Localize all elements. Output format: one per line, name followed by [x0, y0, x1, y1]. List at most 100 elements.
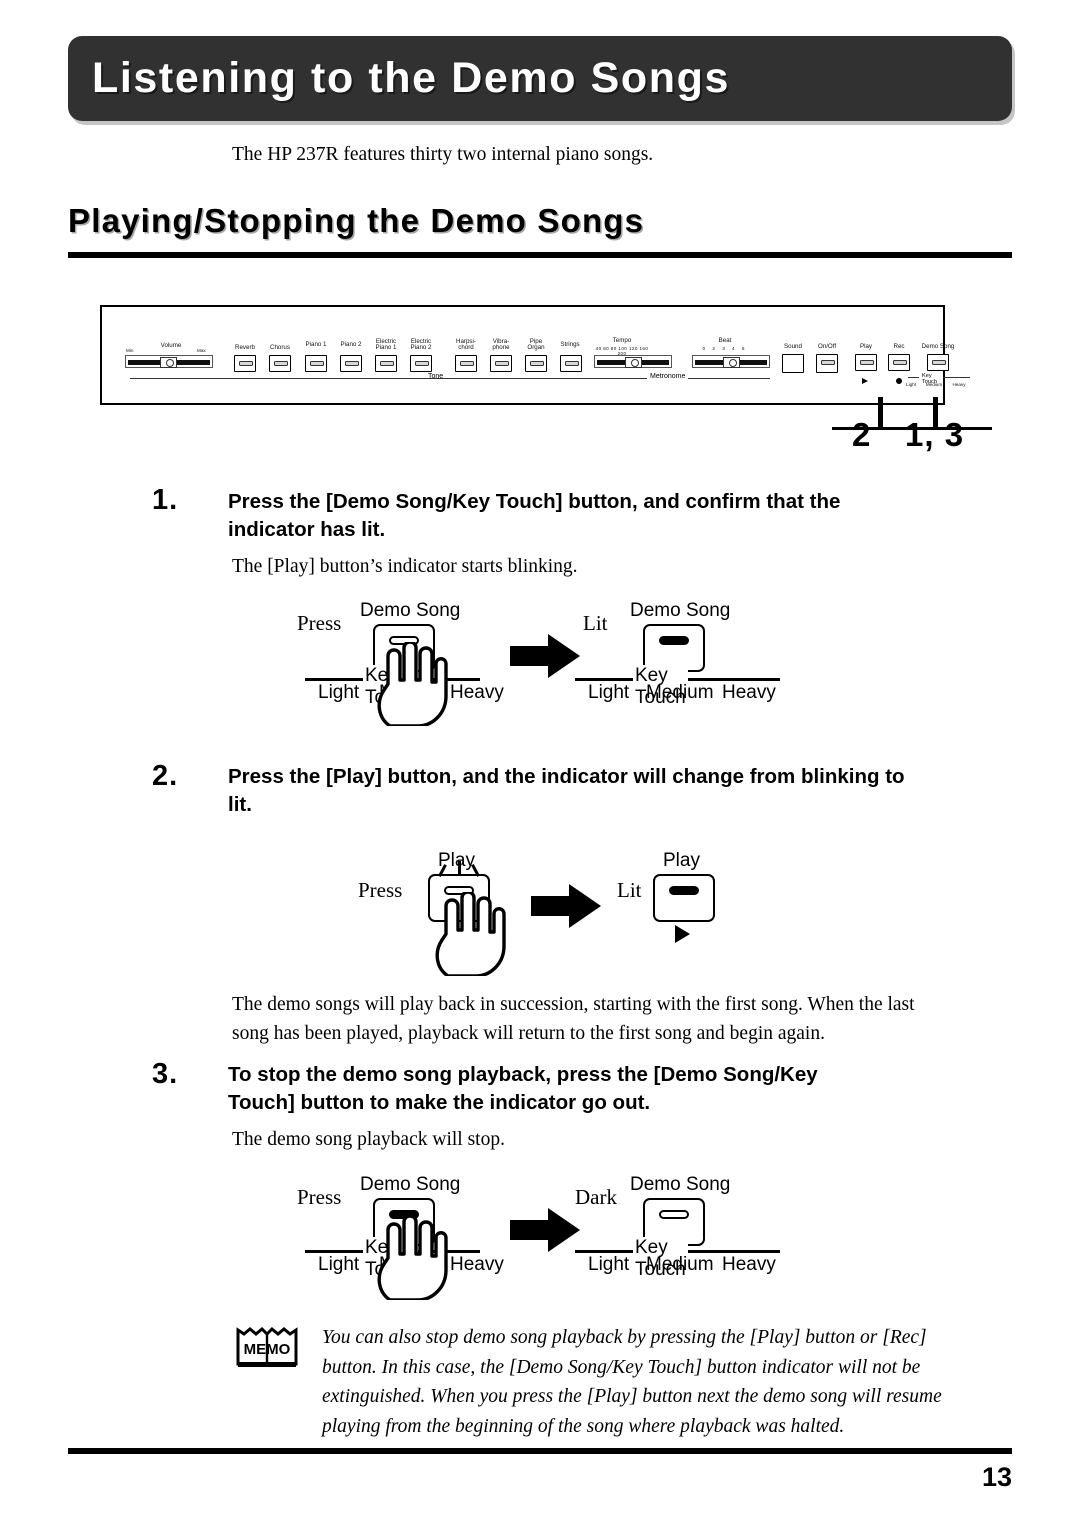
step-2-right-led-indicator [669, 886, 699, 895]
rec-button[interactable] [888, 354, 910, 371]
step-1-right-led-indicator [659, 636, 689, 645]
step-1-right-opt-heavy: Heavy [722, 682, 776, 703]
volume-max-label: Max [197, 348, 206, 353]
memo-text: You can also stop demo song playback by … [322, 1327, 942, 1437]
volume-label: Volume [160, 342, 182, 349]
tone-button-electric-piano-2[interactable] [410, 355, 432, 372]
sound-label: Sound [784, 343, 802, 350]
page-title: Listening to the Demo Songs [92, 54, 731, 102]
play-triangle-icon [675, 925, 690, 943]
page-title-bar: Listening to the Demo Songs [68, 36, 1012, 121]
demo-song-label: Demo Song [921, 343, 955, 350]
step-1-right-opt-medium: Medium [646, 682, 714, 703]
step-3-heading: To stop the demo song playback, press th… [228, 1063, 818, 1114]
step-3-right-opt-light: Light [588, 1254, 630, 1275]
step-3-right-opt-medium: Medium [646, 1254, 714, 1275]
volume-min-label: Min [126, 348, 134, 353]
intro-paragraph: The HP 237R features thirty two internal… [232, 144, 654, 165]
step-1-right-opt-light: Light [588, 682, 630, 703]
memo-icon: MEMO [234, 1324, 300, 1375]
callout-number-1-3: 1, 3 [905, 416, 965, 453]
step-1-right-button-name: Demo Song [630, 600, 731, 621]
step-3-left-opt-light: Light [318, 1254, 360, 1275]
step-1-arrow-icon [510, 634, 580, 678]
tempo-label: Tempo [612, 337, 632, 344]
sound-button[interactable] [782, 354, 804, 373]
demo-song-button[interactable] [927, 354, 949, 371]
step-1-left-button-name: Demo Song [360, 600, 461, 621]
memo-book-icon: MEMO [236, 1326, 298, 1367]
on-off-button[interactable] [816, 354, 838, 373]
tone-button-label-3b: Piano 2 [410, 344, 432, 351]
manual-page: Listening to the Demo Songs The HP 237R … [0, 0, 1080, 1528]
key-touch-light-label: Light [906, 382, 916, 387]
page-number: 13 [981, 1462, 1012, 1492]
step-1-number: 1. [152, 484, 179, 516]
beat-slider[interactable] [692, 355, 770, 368]
tone-button-label-5b: phone [492, 344, 510, 351]
tone-button-electric-piano-1[interactable] [375, 355, 397, 372]
tone-button-label-1: Piano 2 [340, 341, 362, 348]
beat-label: Beat [718, 337, 732, 344]
tone-button-label-4b: chord [458, 344, 474, 351]
tone-button-pipe-organ[interactable] [525, 355, 547, 372]
section-heading: Playing/Stopping the Demo Songs [68, 202, 645, 239]
step-2-left-caption: Press [358, 878, 403, 902]
step-3-left-button-name: Demo Song [360, 1174, 461, 1195]
beat-scale: 0 2 3 4 6 [702, 346, 748, 351]
step-3-right-opt-heavy: Heavy [722, 1254, 776, 1275]
rec-dot-icon [896, 378, 902, 384]
step-3-arrow-icon [510, 1208, 580, 1252]
tone-button-strings[interactable] [560, 355, 582, 372]
play-button[interactable] [855, 354, 877, 371]
tone-button-harpsichord[interactable] [455, 355, 477, 372]
tone-button-label-2b: Piano 1 [375, 344, 397, 351]
step-2-heading: Press the [Play] button, and the indicat… [228, 765, 905, 816]
tone-button-piano-2[interactable] [340, 355, 362, 372]
step-2-note: The demo songs will play back in success… [232, 994, 915, 1044]
step-2-right-play-button[interactable] [653, 874, 715, 922]
volume-slider[interactable] [125, 355, 213, 368]
step-1-left-caption: Press [297, 611, 342, 635]
reverb-label: Reverb [235, 344, 255, 351]
tempo-slider[interactable] [594, 355, 672, 368]
step-3-right-button-name: Demo Song [630, 1174, 731, 1195]
step-3-number: 3. [152, 1058, 179, 1090]
key-touch-medium-label: Medium [925, 382, 943, 387]
step-2-right-button-name: Play [663, 850, 700, 871]
key-touch-heavy-label: Heavy [952, 382, 966, 387]
play-triangle-icon [862, 378, 868, 384]
reverb-button[interactable] [234, 355, 256, 372]
tempo-slider-knob[interactable] [625, 356, 642, 368]
pressing-hand-icon [435, 892, 506, 976]
step-1-left-opt-light: Light [318, 682, 360, 703]
chorus-button[interactable] [269, 355, 291, 372]
step-2-right-caption: Lit [617, 878, 642, 902]
callout-number-2: 2 [852, 416, 872, 453]
callout-line-play [878, 397, 883, 429]
step-3-left-opt-heavy: Heavy [450, 1254, 504, 1275]
step-1-right-caption: Lit [583, 611, 608, 635]
step-1-note: The [Play] button’s indicator starts bli… [232, 556, 578, 577]
beat-slider-knob[interactable] [723, 356, 740, 368]
section-divider [68, 252, 1012, 258]
chorus-label: Chorus [270, 344, 290, 351]
tone-button-label-6b: Organ [527, 344, 545, 351]
step-3-note: The demo song playback will stop. [232, 1129, 505, 1150]
tone-button-piano-1[interactable] [305, 355, 327, 372]
step-3-right-led-indicator [659, 1210, 689, 1219]
play-label: Play [859, 343, 873, 350]
footer-divider [68, 1448, 1012, 1454]
step-1-left-opt-heavy: Heavy [450, 682, 504, 703]
memo-icon-label: MEMO [244, 1341, 291, 1358]
blink-ray-center [458, 861, 461, 874]
pressing-hand-icon [377, 1216, 448, 1300]
tone-button-vibraphone[interactable] [490, 355, 512, 372]
section-heading-wrap: Playing/Stopping the Demo Songs [68, 202, 1012, 240]
volume-slider-knob[interactable] [160, 356, 177, 368]
metronome-group-label: Metronome [647, 373, 689, 380]
step-2-number: 2. [152, 760, 179, 792]
step-3-left-caption: Press [297, 1185, 342, 1209]
step-1-heading: Press the [Demo Song/Key Touch] button, … [228, 490, 841, 541]
control-panel-illustration: Min Volume Max Reverb Chorus Piano 1 Pia… [100, 305, 970, 405]
